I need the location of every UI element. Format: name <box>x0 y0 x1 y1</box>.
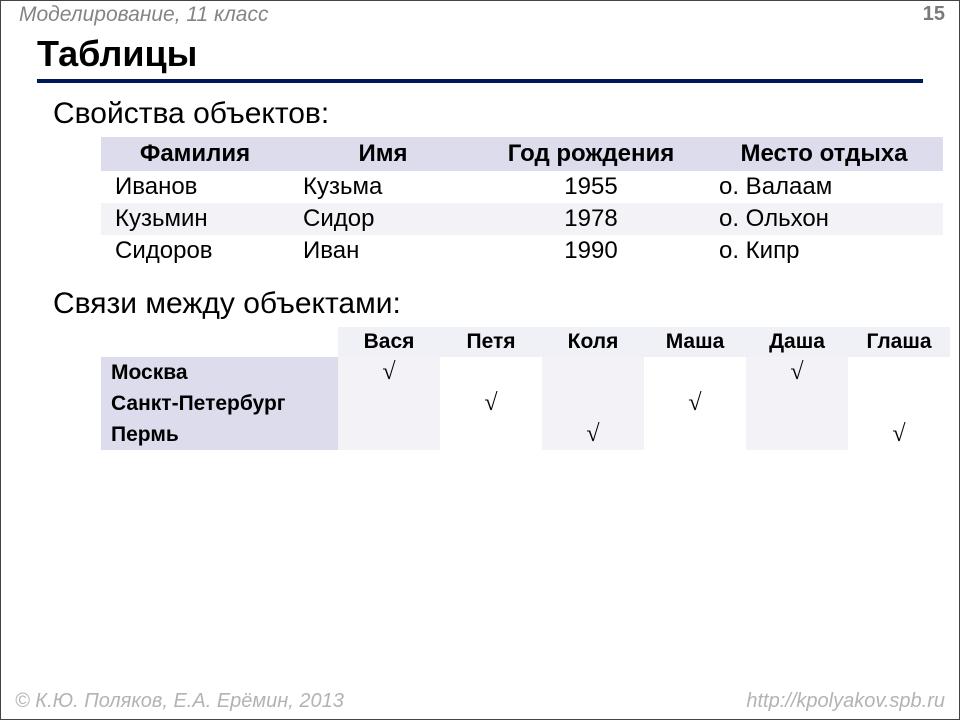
t2-row-header: Пермь <box>101 419 338 450</box>
t2-col-header: Даша <box>746 327 848 357</box>
t2-col-header: Вася <box>338 327 440 357</box>
page-number: 15 <box>923 3 945 27</box>
footer: © К.Ю. Поляков, Е.А. Ерёмин, 2013 http:/… <box>15 690 945 713</box>
t2-cell <box>338 419 440 450</box>
t2-cell <box>644 357 746 388</box>
slide: Моделирование, 11 класс 15 Таблицы Свойс… <box>0 0 960 720</box>
footer-authors-text: К.Ю. Поляков, Е.А. Ерёмин, 2013 <box>30 690 344 712</box>
t2-cell: √ <box>542 419 644 450</box>
table-relations: Вася Петя Коля Маша Даша Глаша Москва √ … <box>101 327 950 450</box>
t1-cell: о. Валаам <box>705 171 943 203</box>
table-row: Санкт-Петербург √ √ <box>101 388 950 419</box>
table-row: Иванов Кузьма 1955 о. Валаам <box>101 171 943 203</box>
t2-cell: √ <box>644 388 746 419</box>
t1-cell: Иванов <box>101 171 289 203</box>
t2-col-header: Маша <box>644 327 746 357</box>
t2-cell: √ <box>440 388 542 419</box>
t2-cell <box>848 388 950 419</box>
t2-cell <box>542 388 644 419</box>
t1-header-name: Имя <box>289 137 477 171</box>
t1-cell: Кузьма <box>289 171 477 203</box>
t2-cell: √ <box>746 357 848 388</box>
t1-cell: Сидор <box>289 203 477 235</box>
section1-heading: Свойства объектов: <box>53 97 959 131</box>
t1-cell: 1990 <box>477 235 705 267</box>
footer-url: http://kpolyakov.spb.ru <box>746 690 945 713</box>
t1-cell: о. Кипр <box>705 235 943 267</box>
table-row: Москва √ √ <box>101 357 950 388</box>
t2-corner <box>101 327 338 357</box>
t2-cell <box>848 357 950 388</box>
t2-col-header: Глаша <box>848 327 950 357</box>
t1-header-year: Год рождения <box>477 137 705 171</box>
t2-cell <box>338 388 440 419</box>
t1-cell: Сидоров <box>101 235 289 267</box>
t2-col-header: Петя <box>440 327 542 357</box>
table-properties: Фамилия Имя Год рождения Место отдыха Ив… <box>101 137 943 267</box>
course-title: Моделирование, 11 класс <box>19 3 268 27</box>
t2-cell: √ <box>338 357 440 388</box>
t2-cell <box>440 419 542 450</box>
t2-cell <box>440 357 542 388</box>
t1-header-surname: Фамилия <box>101 137 289 171</box>
t1-cell: Иван <box>289 235 477 267</box>
t2-cell <box>746 419 848 450</box>
t1-cell: 1955 <box>477 171 705 203</box>
t1-cell: о. Ольхон <box>705 203 943 235</box>
t2-cell <box>746 388 848 419</box>
t2-row-header: Санкт-Петербург <box>101 388 338 419</box>
t1-cell: 1978 <box>477 203 705 235</box>
t2-cell: √ <box>848 419 950 450</box>
section2-heading: Связи между объектами: <box>53 287 959 321</box>
header: Моделирование, 11 класс 15 <box>1 1 959 27</box>
copyright-icon: © <box>15 690 30 712</box>
table-row: Кузьмин Сидор 1978 о. Ольхон <box>101 203 943 235</box>
t1-header-place: Место отдыха <box>705 137 943 171</box>
slide-title: Таблицы <box>37 33 923 83</box>
t2-col-header: Коля <box>542 327 644 357</box>
t2-row-header: Москва <box>101 357 338 388</box>
footer-authors: © К.Ю. Поляков, Е.А. Ерёмин, 2013 <box>15 690 344 713</box>
table-row: Пермь √ √ <box>101 419 950 450</box>
table-row: Сидоров Иван 1990 о. Кипр <box>101 235 943 267</box>
t2-cell <box>644 419 746 450</box>
t1-cell: Кузьмин <box>101 203 289 235</box>
t2-cell <box>542 357 644 388</box>
